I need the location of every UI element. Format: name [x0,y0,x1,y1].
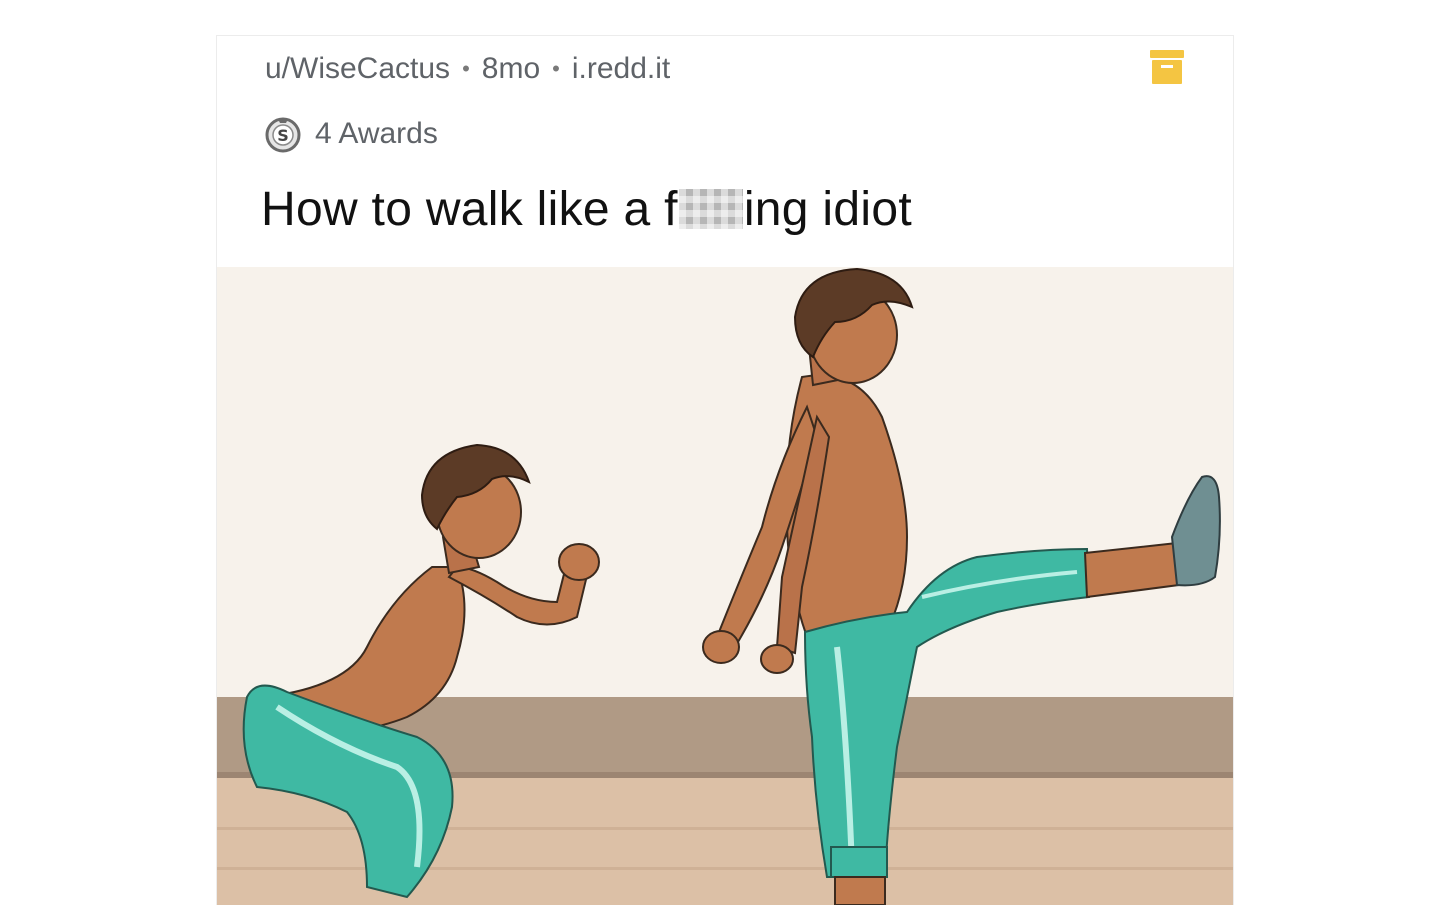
post-title-start: How to walk like a f [261,183,678,236]
awards-count: 4 Awards [315,117,438,150]
post-meta: u/WiseCactus • 8mo • i.redd.it [265,52,670,86]
censor-pixelation [678,189,743,229]
post-username[interactable]: u/WiseCactus [265,52,450,86]
post-title-end: ing idiot [743,183,912,236]
post-title[interactable]: How to walk like a f ing idiot [261,182,912,237]
meta-separator: • [462,56,470,81]
save-button[interactable] [1149,48,1185,86]
post-card[interactable]: u/WiseCactus • 8mo • i.redd.it S 4 Award… [216,35,1234,905]
post-age: 8mo [481,52,541,85]
post-image[interactable] [217,267,1233,905]
silver-award-icon: S [265,117,301,153]
archive-box-icon [1150,50,1184,84]
post-domain[interactable]: i.redd.it [572,52,670,86]
meta-separator: • [552,56,560,81]
awards-row[interactable]: S 4 Awards [263,114,438,154]
svg-text:S: S [277,126,289,145]
wikihow-illustration [217,267,1233,905]
